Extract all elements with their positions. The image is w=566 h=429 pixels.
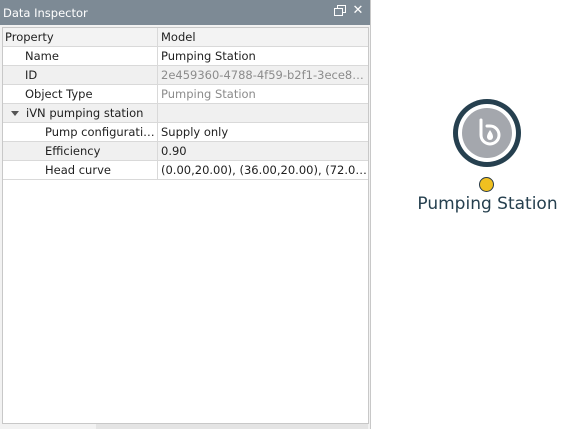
table-row-object-type[interactable]: Object Type Pumping Station <box>3 85 368 104</box>
table-row-group-ivn-pumping-station[interactable]: iVN pumping station <box>3 104 368 123</box>
pump-configuration-field[interactable]: Supply only <box>158 123 368 141</box>
node-label[interactable]: Pumping Station <box>410 194 565 214</box>
close-icon[interactable]: ✕ <box>352 4 364 17</box>
table-row-pump-configuration[interactable]: Pump configuration Supply only <box>3 123 368 142</box>
group-header[interactable]: iVN pumping station <box>3 104 158 122</box>
group-label: iVN pumping station <box>26 106 144 120</box>
id-field: 2e459360-4788-4f59-b2f1-3ece87a35a1 <box>161 68 368 82</box>
grid-header: Property Model <box>3 28 368 47</box>
property-grid: Property Model Name Pumping Station ID 2… <box>2 27 369 424</box>
pump-station-icon <box>479 118 501 146</box>
restore-icon[interactable] <box>334 5 346 17</box>
property-label: Name <box>3 47 158 65</box>
property-label: ID <box>3 66 158 84</box>
name-field[interactable]: Pumping Station <box>158 47 368 65</box>
inspector-titlebar[interactable]: Data Inspector ✕ <box>0 0 370 25</box>
head-curve-field[interactable]: (0.00,20.00), (36.00,20.00), (72.00,20.0… <box>158 161 368 179</box>
efficiency-field[interactable]: 0.90 <box>158 142 368 160</box>
chevron-down-icon[interactable] <box>11 110 19 116</box>
pumping-station-node[interactable] <box>453 99 521 167</box>
table-row-head-curve[interactable]: Head curve (0.00,20.00), (36.00,20.00), … <box>3 161 368 180</box>
column-header-model[interactable]: Model <box>158 28 368 46</box>
property-label: Pump configuration <box>3 123 158 141</box>
table-row-id[interactable]: ID 2e459360-4788-4f59-b2f1-3ece87a35a1 <box>3 66 368 85</box>
horizontal-scrollbar[interactable] <box>96 424 368 429</box>
group-value <box>158 104 368 122</box>
column-header-property[interactable]: Property <box>3 28 158 46</box>
object-type-field: Pumping Station <box>161 87 256 101</box>
table-row-efficiency[interactable]: Efficiency 0.90 <box>3 142 368 161</box>
data-inspector-panel: Data Inspector ✕ Property Model Name Pum… <box>0 0 371 429</box>
property-label: Head curve <box>3 161 158 179</box>
connection-port[interactable] <box>479 177 494 192</box>
property-label: Object Type <box>3 85 158 103</box>
inspector-title: Data Inspector <box>3 5 88 20</box>
property-label: Efficiency <box>3 142 158 160</box>
table-row-name[interactable]: Name Pumping Station <box>3 47 368 66</box>
